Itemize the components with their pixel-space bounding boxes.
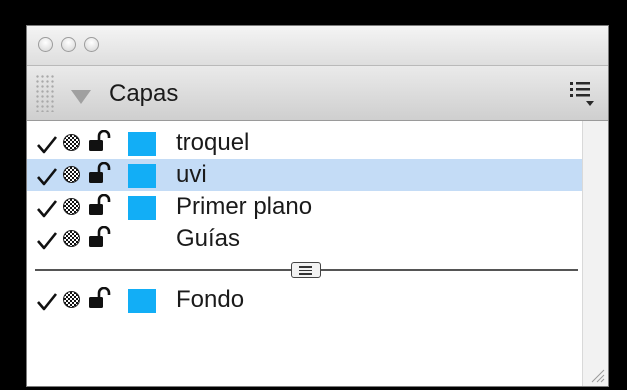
unlocked-padlock-icon[interactable] <box>87 287 111 309</box>
divider-drag-handle[interactable] <box>291 262 321 278</box>
layer-name: troquel <box>176 129 250 156</box>
unlocked-padlock-icon[interactable] <box>87 226 111 248</box>
unlocked-padlock-icon[interactable] <box>87 162 111 184</box>
close-window-button[interactable] <box>38 37 53 52</box>
scrollbar[interactable] <box>582 121 608 386</box>
layer-color-swatch[interactable] <box>128 132 156 156</box>
layer-color-swatch[interactable] <box>128 164 156 188</box>
drag-grip-icon[interactable] <box>35 74 55 112</box>
disclosure-triangle-icon[interactable] <box>71 90 91 104</box>
layer-name: Primer plano <box>176 193 313 220</box>
visibility-check-icon[interactable] <box>36 167 58 187</box>
window-titlebar[interactable] <box>27 26 608 66</box>
print-toggle-icon[interactable] <box>63 291 80 308</box>
print-toggle-icon[interactable] <box>63 166 80 183</box>
visibility-check-icon[interactable] <box>36 135 58 155</box>
unlocked-padlock-icon[interactable] <box>87 194 111 216</box>
visibility-check-icon[interactable] <box>36 292 58 312</box>
layer-row[interactable]: uvi <box>27 159 608 191</box>
print-toggle-icon[interactable] <box>63 134 80 151</box>
layer-row[interactable]: Primer plano <box>27 191 608 223</box>
visibility-check-icon[interactable] <box>36 199 58 219</box>
layers-panel-window: Capas troquel uvi Primer plano Guías Fondo <box>26 25 609 387</box>
resize-grip-icon[interactable] <box>589 367 605 383</box>
zoom-window-button[interactable] <box>84 37 99 52</box>
layer-row[interactable]: Fondo <box>27 284 608 316</box>
layer-name: Fondo <box>176 286 245 313</box>
layer-row[interactable]: Guías <box>27 223 608 255</box>
minimize-window-button[interactable] <box>61 37 76 52</box>
panel-menu-icon[interactable] <box>568 76 596 110</box>
layer-name: Guías <box>176 225 241 252</box>
layer-name: uvi <box>176 161 207 188</box>
visibility-check-icon[interactable] <box>36 231 58 251</box>
layer-color-swatch[interactable] <box>128 196 156 220</box>
panel-header: Capas <box>27 66 608 121</box>
layer-row[interactable]: troquel <box>27 127 608 159</box>
print-toggle-icon[interactable] <box>63 230 80 247</box>
unlocked-padlock-icon[interactable] <box>87 130 111 152</box>
print-toggle-icon[interactable] <box>63 198 80 215</box>
layer-color-swatch[interactable] <box>128 289 156 313</box>
panel-title: Capas <box>109 80 179 107</box>
